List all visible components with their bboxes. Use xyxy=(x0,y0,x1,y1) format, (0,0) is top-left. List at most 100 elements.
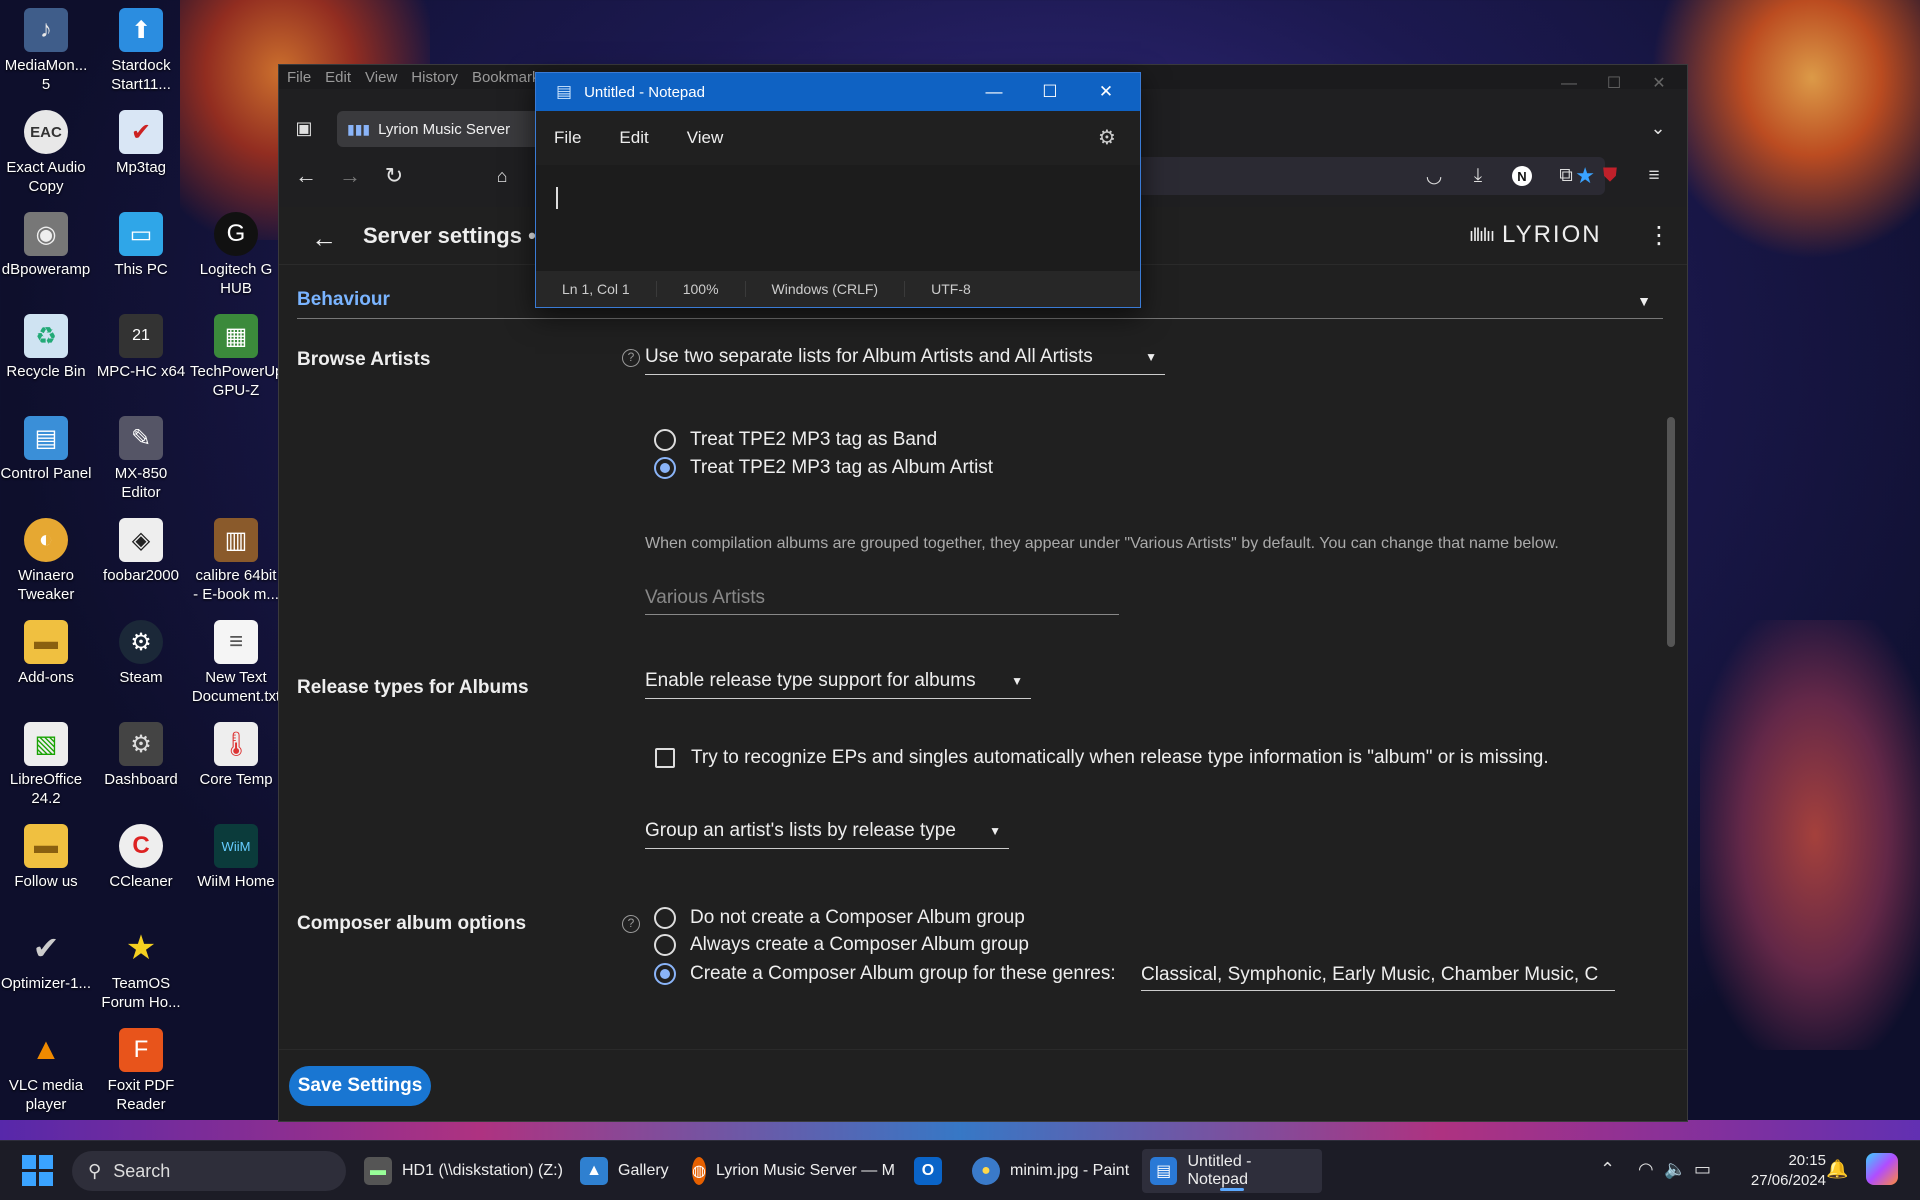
radio-composer-genres[interactable]: Create a Composer Album group for these … xyxy=(654,963,1116,985)
desktop-icon-gpuz[interactable]: ▦ TechPowerUp GPU-Z xyxy=(190,314,283,400)
desktop-icon-ccleaner[interactable]: C CCleaner xyxy=(95,824,187,891)
browser-close-button[interactable]: ✕ xyxy=(1639,69,1679,99)
notepad-menu-edit[interactable]: Edit xyxy=(619,128,648,148)
recognize-eps-checkbox[interactable]: Try to recognize EPs and singles automat… xyxy=(655,747,1549,769)
tab-lyrion[interactable]: ▮▮▮ Lyrion Music Server xyxy=(337,111,557,147)
extension-n-icon[interactable]: N xyxy=(1505,159,1539,193)
notepad-maximize-button[interactable]: ☐ xyxy=(1022,73,1078,111)
menu-edit[interactable]: Edit xyxy=(325,69,351,86)
radio-dot-selected xyxy=(654,963,676,985)
desktop-icon-add-ons[interactable]: ▬ Add-ons xyxy=(0,620,92,687)
desktop-icon-eac[interactable]: EAC Exact Audio Copy xyxy=(0,110,92,196)
radio-composer-none[interactable]: Do not create a Composer Album group xyxy=(654,907,1025,929)
desktop-icon-dbpoweramp[interactable]: ◉ dBpoweramp xyxy=(0,212,92,279)
radio-composer-always[interactable]: Always create a Composer Album group xyxy=(654,934,1029,956)
taskbar-item-paint[interactable]: ● minim.jpg - Paint xyxy=(964,1149,1137,1193)
menu-history[interactable]: History xyxy=(411,69,458,86)
browser-maximize-button[interactable]: ☐ xyxy=(1594,69,1634,99)
browse-artists-select[interactable]: Use two separate lists for Album Artists… xyxy=(645,339,1165,375)
home-icon[interactable]: ⌂ xyxy=(485,159,519,193)
pocket-icon[interactable]: ◡ xyxy=(1417,159,1451,193)
desktop-icon-core-temp[interactable]: 🌡 Core Temp xyxy=(190,722,282,789)
taskbar-item-gallery[interactable]: ▲ Gallery xyxy=(572,1149,677,1193)
desktop-icon-foobar[interactable]: ◈ foobar2000 xyxy=(95,518,187,585)
taskbar-search[interactable]: ⚲ Search xyxy=(72,1151,346,1191)
desktop-icon-steam[interactable]: ⚙ Steam xyxy=(95,620,187,687)
start-button[interactable] xyxy=(22,1155,54,1187)
page-back-arrow-icon[interactable]: ← xyxy=(311,223,337,254)
notepad-settings-gear-icon[interactable]: ⚙ xyxy=(1098,125,1116,150)
hamburger-menu-icon[interactable]: ≡ xyxy=(1637,159,1671,193)
desktop-icon-vlc[interactable]: ▲ VLC media player xyxy=(0,1028,92,1114)
desktop-icon-mx850[interactable]: ✎ MX-850 Editor xyxy=(95,416,187,502)
release-types-select[interactable]: Enable release type support for albums ▼ xyxy=(645,663,1031,699)
tray-chevron-up-icon[interactable]: ⌃ xyxy=(1600,1159,1615,1180)
reload-icon[interactable]: ↻ xyxy=(377,159,411,193)
browser-minimize-button[interactable]: — xyxy=(1549,69,1589,99)
desktop-icon-libreoffice[interactable]: ▧ LibreOffice 24.2 xyxy=(0,722,92,808)
release-types-label: Release types for Albums xyxy=(297,677,529,698)
eac-icon: EAC xyxy=(24,110,68,154)
menu-file[interactable]: File xyxy=(287,69,311,86)
extensions-icon[interactable]: ⧉ xyxy=(1549,159,1583,193)
composer-genres-input[interactable]: Classical, Symphonic, Early Music, Chamb… xyxy=(1141,959,1615,991)
taskbar-item-firefox[interactable]: ◍ Lyrion Music Server — M xyxy=(684,1149,894,1193)
desktop-icon-mpc[interactable]: 21 MPC-HC x64 xyxy=(95,314,187,381)
radio-tpe2-album-artist[interactable]: Treat TPE2 MP3 tag as Album Artist xyxy=(654,457,993,479)
volume-icon[interactable]: 🔈 xyxy=(1664,1159,1686,1180)
search-label: Search xyxy=(113,1160,171,1181)
text-cursor xyxy=(556,187,558,209)
taskbar-clock[interactable]: 20:15 27/06/2024 xyxy=(1726,1151,1826,1191)
notepad-minimize-button[interactable]: — xyxy=(966,73,1022,111)
notepad-close-button[interactable]: ✕ xyxy=(1078,73,1134,111)
kebab-menu-icon[interactable]: ⋮ xyxy=(1647,221,1671,250)
help-icon[interactable]: ? xyxy=(622,915,640,933)
notepad-text-area[interactable] xyxy=(536,165,1140,271)
group-release-type-select[interactable]: Group an artist's lists by release type … xyxy=(645,813,1009,849)
page-scrollbar[interactable] xyxy=(1667,417,1675,647)
desktop-icon-recycle-bin[interactable]: ♻ Recycle Bin xyxy=(0,314,92,381)
desktop-icon-follow-us[interactable]: ▬ Follow us xyxy=(0,824,92,891)
tab-overview-icon[interactable]: ▣ xyxy=(287,111,321,145)
wifi-icon[interactable]: ◠ xyxy=(1638,1159,1654,1180)
help-icon[interactable]: ? xyxy=(622,349,640,367)
download-icon[interactable]: ⤓ xyxy=(1461,159,1495,193)
notepad-menu-file[interactable]: File xyxy=(554,128,581,148)
taskbar-item-drive[interactable]: ▬ HD1 (\\diskstation) (Z:) xyxy=(356,1149,571,1193)
desktop-icon-this-pc[interactable]: ▭ This PC xyxy=(95,212,187,279)
desktop-icon-mediamonkey[interactable]: ♪ MediaMon... 5 xyxy=(0,8,92,94)
notepad-titlebar[interactable]: ▤ Untitled - Notepad — ☐ ✕ xyxy=(536,73,1140,111)
radio-tpe2-band[interactable]: Treat TPE2 MP3 tag as Band xyxy=(654,429,937,451)
desktop-icon-calibre[interactable]: ▥ calibre 64bit - E-book m... xyxy=(190,518,282,604)
mx850-icon: ✎ xyxy=(119,416,163,460)
checkbox-box xyxy=(655,748,675,768)
desktop-icon-winaero[interactable]: ◐ Winaero Tweaker xyxy=(0,518,92,604)
desktop-icon-wiim[interactable]: WiiM WiiM Home xyxy=(190,824,282,891)
taskbar-item-label: HD1 (\\diskstation) (Z:) xyxy=(402,1162,563,1179)
copilot-icon[interactable] xyxy=(1866,1153,1898,1185)
desktop-icon-logitech[interactable]: G Logitech G HUB xyxy=(190,212,282,298)
desktop-icon-teamos[interactable]: ★ TeamOS Forum Ho... xyxy=(95,926,187,1012)
taskbar-item-outlook[interactable]: O xyxy=(906,1149,950,1193)
desktop-icon-mp3tag[interactable]: ✔ Mp3tag xyxy=(95,110,187,177)
desktop-icon-optimizer[interactable]: ✔ Optimizer-1... xyxy=(0,926,92,993)
desktop-icon-start11[interactable]: ⬆ Stardock Start11... xyxy=(95,8,187,94)
menu-view[interactable]: View xyxy=(365,69,397,86)
desktop-icon-foxit[interactable]: F Foxit PDF Reader xyxy=(95,1028,187,1114)
ublock-icon[interactable]: ⛊ xyxy=(1593,159,1627,193)
notepad-menu-view[interactable]: View xyxy=(687,128,724,148)
desktop-icon-control-panel[interactable]: ▤ Control Panel xyxy=(0,416,92,483)
forward-arrow-icon[interactable]: → xyxy=(333,159,367,193)
various-artists-input[interactable]: Various Artists xyxy=(645,581,1119,615)
drive-icon: ▬ xyxy=(364,1157,392,1185)
back-arrow-icon[interactable]: ← xyxy=(289,159,323,193)
foobar-icon: ◈ xyxy=(119,518,163,562)
taskbar-item-notepad[interactable]: ▤ Untitled - Notepad xyxy=(1142,1149,1322,1193)
battery-icon[interactable]: ▭ xyxy=(1694,1159,1711,1180)
desktop-icon-new-text[interactable]: ≡ New Text Document.txt xyxy=(190,620,282,706)
tab-list-chevron-icon[interactable]: ⌄ xyxy=(1641,111,1675,145)
save-settings-button[interactable]: Save Settings xyxy=(289,1066,431,1106)
composer-genres-value: Classical, Symphonic, Early Music, Chamb… xyxy=(1141,963,1599,985)
desktop-icon-dashboard[interactable]: ⚙ Dashboard xyxy=(95,722,187,789)
notification-bell-icon[interactable]: 🔔 xyxy=(1826,1159,1848,1180)
